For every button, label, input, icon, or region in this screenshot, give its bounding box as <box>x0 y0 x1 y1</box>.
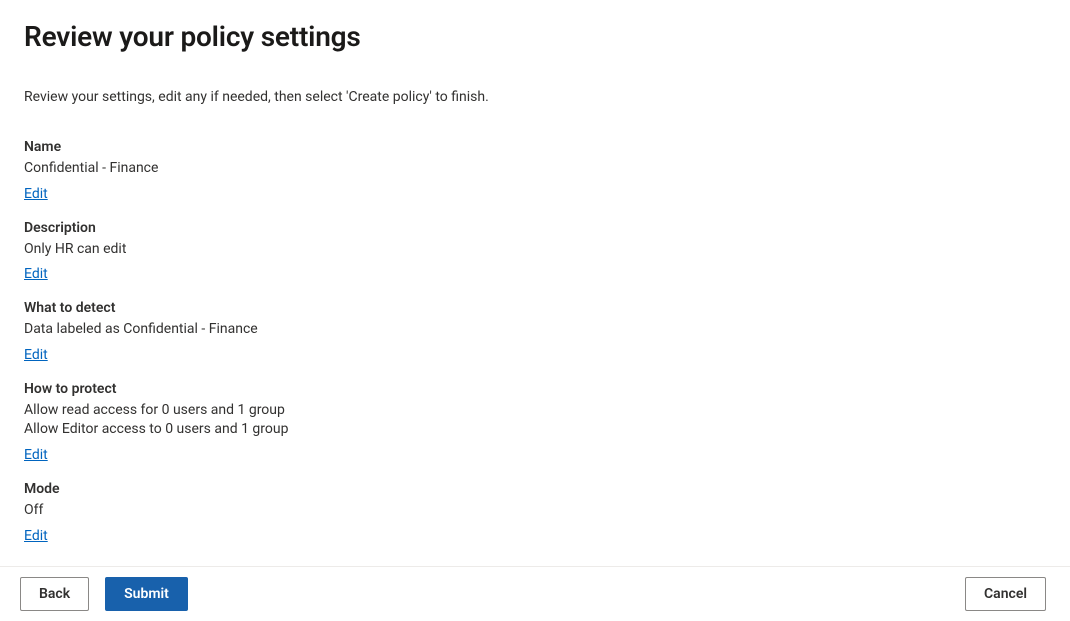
detect-value: Data labeled as Confidential - Finance <box>24 320 1046 340</box>
edit-mode-link[interactable]: Edit <box>24 528 48 544</box>
back-button[interactable]: Back <box>20 577 89 611</box>
protect-label: How to protect <box>24 381 1046 397</box>
name-value: Confidential - Finance <box>24 159 1046 179</box>
mode-label: Mode <box>24 481 1046 497</box>
section-protect: How to protect Allow read access for 0 u… <box>24 381 1046 463</box>
description-value: Only HR can edit <box>24 240 1046 260</box>
main-content: Review your policy settings Review your … <box>0 0 1070 544</box>
cancel-button[interactable]: Cancel <box>965 577 1046 611</box>
protect-value: Allow read access for 0 users and 1 grou… <box>24 401 1046 440</box>
submit-button[interactable]: Submit <box>105 577 188 611</box>
edit-detect-link[interactable]: Edit <box>24 347 48 363</box>
edit-protect-link[interactable]: Edit <box>24 447 48 463</box>
description-label: Description <box>24 220 1046 236</box>
section-detect: What to detect Data labeled as Confident… <box>24 300 1046 363</box>
section-name: Name Confidential - Finance Edit <box>24 139 1046 202</box>
protect-line1: Allow read access for 0 users and 1 grou… <box>24 401 1046 421</box>
detect-label: What to detect <box>24 300 1046 316</box>
section-mode: Mode Off Edit <box>24 481 1046 544</box>
edit-description-link[interactable]: Edit <box>24 266 48 282</box>
mode-value: Off <box>24 501 1046 521</box>
edit-name-link[interactable]: Edit <box>24 186 48 202</box>
name-label: Name <box>24 139 1046 155</box>
section-description: Description Only HR can edit Edit <box>24 220 1046 283</box>
page-title: Review your policy settings <box>24 20 1046 53</box>
page-subtitle: Review your settings, edit any if needed… <box>24 89 1046 105</box>
protect-line2: Allow Editor access to 0 users and 1 gro… <box>24 420 1046 440</box>
footer-bar: Back Submit Cancel <box>0 566 1070 621</box>
